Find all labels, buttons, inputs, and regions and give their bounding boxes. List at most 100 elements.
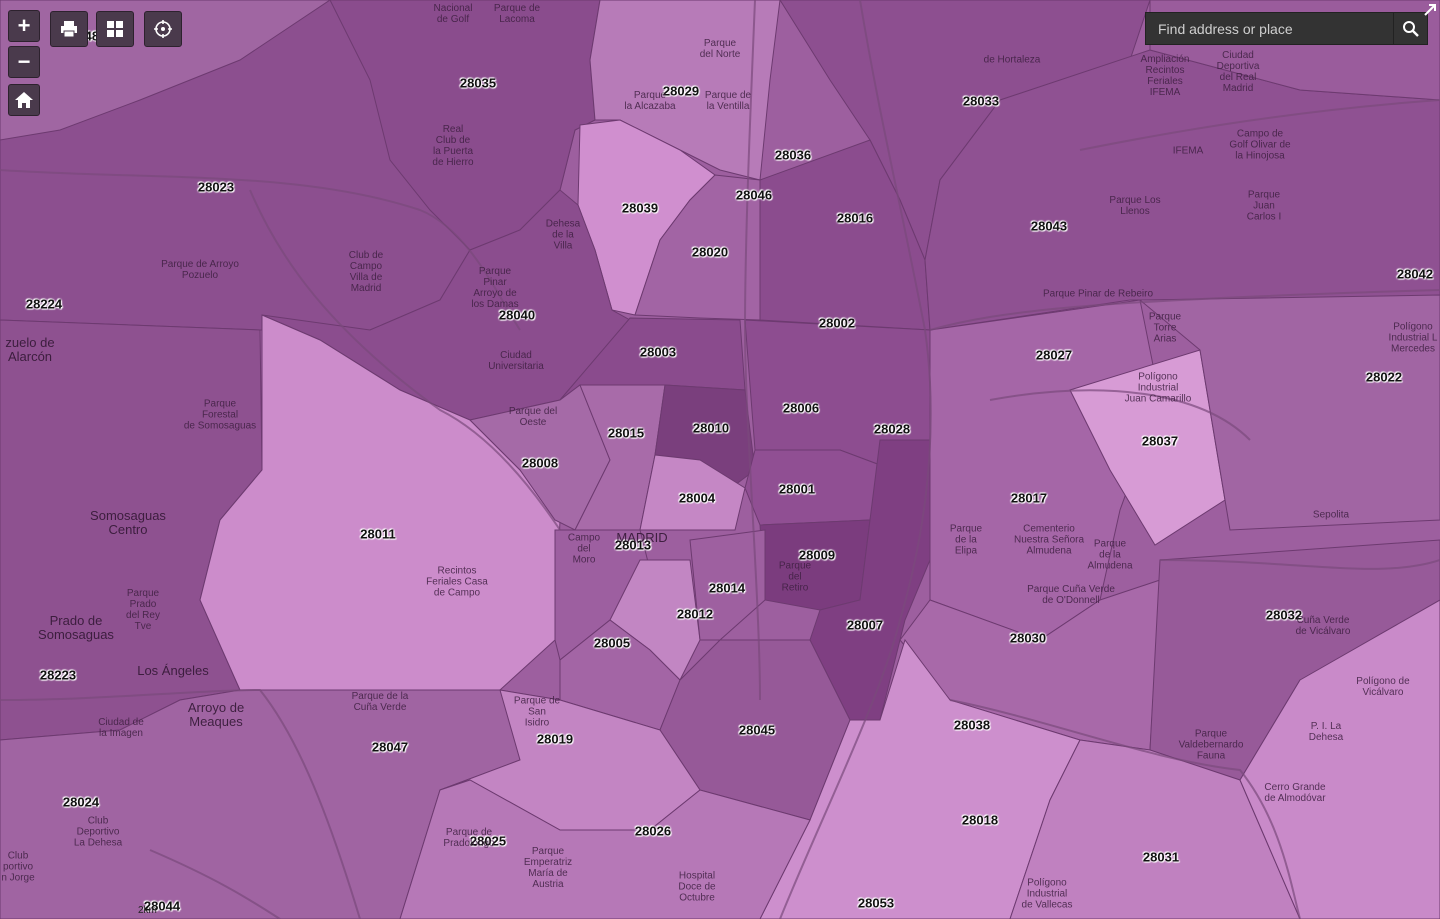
basemap-gallery-button[interactable]	[96, 11, 134, 47]
search-box	[1145, 12, 1428, 45]
zoom-out-label: −	[17, 49, 31, 74]
place-label: IFEMA	[1172, 145, 1204, 157]
place-label: Parque de la Almudena	[1087, 538, 1133, 572]
zip-label: 28033	[962, 93, 1000, 109]
zip-label: 28036	[774, 147, 812, 163]
place-label: Prado de Somosaguas	[38, 613, 114, 642]
place-label: Parque Valdebernardo Fauna	[1178, 728, 1244, 762]
place-label: Cerro Grande de Almodóvar	[1264, 782, 1326, 804]
place-label: Parque Juan Carlos I	[1246, 189, 1282, 223]
zip-label: 28022	[1365, 369, 1403, 385]
place-label: Parque del Norte	[699, 38, 741, 60]
place-label: Parque Pinar de Rebeiro	[1042, 288, 1154, 300]
place-label: Club portivo n Jorge	[1, 850, 35, 884]
zip-label: 28028	[873, 421, 911, 437]
zip-label: 28031	[1142, 849, 1180, 865]
locate-icon	[154, 20, 172, 38]
place-label: Parque la Alcazaba	[624, 90, 676, 112]
place-label: Parque de la Cuña Verde	[351, 691, 409, 713]
place-label: Polígono de Vicálvaro	[1356, 676, 1410, 698]
home-button[interactable]	[8, 84, 40, 116]
place-label: Recintos Feriales Casa de Campo	[426, 565, 488, 599]
place-label: Nacional de Golf	[433, 3, 473, 25]
place-label: Hospital Doce de Octubre	[678, 870, 716, 904]
place-label: Parque de la Elipa	[949, 523, 983, 557]
zip-label: 28008	[521, 455, 559, 471]
place-label: Parque Forestal de Somosaguas	[183, 398, 257, 432]
zip-label: 28015	[607, 425, 645, 441]
place-label: Parque Prado del Rey Tve	[126, 588, 160, 632]
zip-label: 28003	[639, 344, 677, 360]
place-label: Parque de Lacoma	[493, 3, 541, 25]
search-icon	[1402, 20, 1419, 37]
place-label: Ciudad Universitaria	[488, 350, 544, 372]
place-label: Campo de Golf Olivar de la Hinojosa	[1229, 128, 1291, 162]
place-label: Polígono Industrial L Mercedes	[1388, 321, 1438, 355]
expand-icon	[1424, 4, 1436, 16]
place-label: de Hortaleza	[983, 54, 1041, 66]
zip-label: 28010	[692, 420, 730, 436]
place-label: Real Club de la Puerta de Hierro	[432, 124, 474, 168]
place-label: Cementerio Nuestra Señora Almudena	[1013, 523, 1085, 557]
scale-label: 2km	[138, 905, 157, 916]
place-label: P. I. La Dehesa	[1308, 721, 1344, 743]
zip-label: 28037	[1141, 433, 1179, 449]
zip-label: 28223	[39, 667, 77, 683]
expand-button[interactable]	[1422, 2, 1438, 18]
place-label: zuelo de Alarcón	[5, 335, 55, 364]
zoom-out-button[interactable]: −	[8, 46, 40, 78]
zip-label: 28023	[197, 179, 235, 195]
zip-label: 28007	[846, 617, 884, 633]
locate-button[interactable]	[144, 11, 182, 47]
place-label: MADRID	[616, 530, 668, 545]
zoom-in-button[interactable]: +	[8, 10, 40, 42]
zip-label: 28027	[1035, 347, 1073, 363]
place-label: Ampliación Recintos Feriales IFEMA	[1140, 54, 1190, 98]
zip-label: 28224	[25, 296, 63, 312]
place-label: Los Ángeles	[137, 663, 209, 678]
zip-label: 28045	[738, 722, 776, 738]
place-label: Dehesa de la Villa	[545, 218, 581, 252]
place-label: Campo del Moro	[567, 532, 601, 566]
zip-label: 28038	[953, 717, 991, 733]
place-label: Parque del Oeste	[508, 406, 558, 428]
place-label: Parque Cuña Verde de O'Donnell	[1027, 584, 1115, 606]
zoom-in-label: +	[17, 13, 31, 38]
zip-label: 28020	[691, 244, 729, 260]
place-label: Cuña Verde de Vicálvaro	[1295, 615, 1351, 637]
zip-label: 28026	[634, 823, 672, 839]
zip-label: 28019	[536, 731, 574, 747]
place-label: Ciudad Deportiva del Real Madrid	[1216, 50, 1260, 94]
print-button[interactable]	[50, 11, 88, 47]
zip-label: 28011	[360, 526, 396, 542]
zip-label: 28039	[621, 200, 659, 216]
place-label: Sepolita	[1312, 509, 1350, 521]
home-icon	[15, 92, 33, 108]
zip-label: 28018	[961, 812, 999, 828]
place-label: Club de Campo Villa de Madrid	[348, 250, 384, 294]
zip-label: 28002	[818, 315, 856, 331]
print-icon	[61, 21, 77, 38]
zip-label: 28006	[782, 400, 820, 416]
place-label: Parque de Arroyo Pozuelo	[161, 259, 239, 281]
place-label: Parque de San Isidro	[513, 695, 561, 729]
grid-icon	[107, 21, 123, 37]
place-label: Parque Emperatriz María de Austria	[523, 846, 573, 890]
zip-label: 28030	[1009, 630, 1047, 646]
place-label: Somosaguas Centro	[90, 508, 166, 537]
search-input[interactable]	[1146, 13, 1393, 44]
zip-label: 28043	[1030, 218, 1068, 234]
zip-label: 28001	[778, 481, 816, 497]
zip-label: 28047	[371, 739, 409, 755]
place-label: Parque Torre Arias	[1148, 311, 1182, 345]
zip-label: 28042	[1396, 266, 1434, 282]
map-canvas[interactable]: 28048 28035 28029 28033 28023 28036 2804…	[0, 0, 1440, 919]
zip-label: 28004	[678, 490, 716, 506]
place-label: Club Deportivo La Dehesa	[73, 815, 123, 849]
zip-label: 28053	[857, 895, 895, 911]
place-label: Parque de la Ventilla	[704, 90, 752, 112]
zip-label: 28024	[62, 794, 100, 810]
zip-label: 28035	[459, 75, 497, 91]
zip-label: 28046	[735, 187, 773, 203]
place-label: Parque Pinar Arroyo de los Damas	[471, 266, 519, 310]
